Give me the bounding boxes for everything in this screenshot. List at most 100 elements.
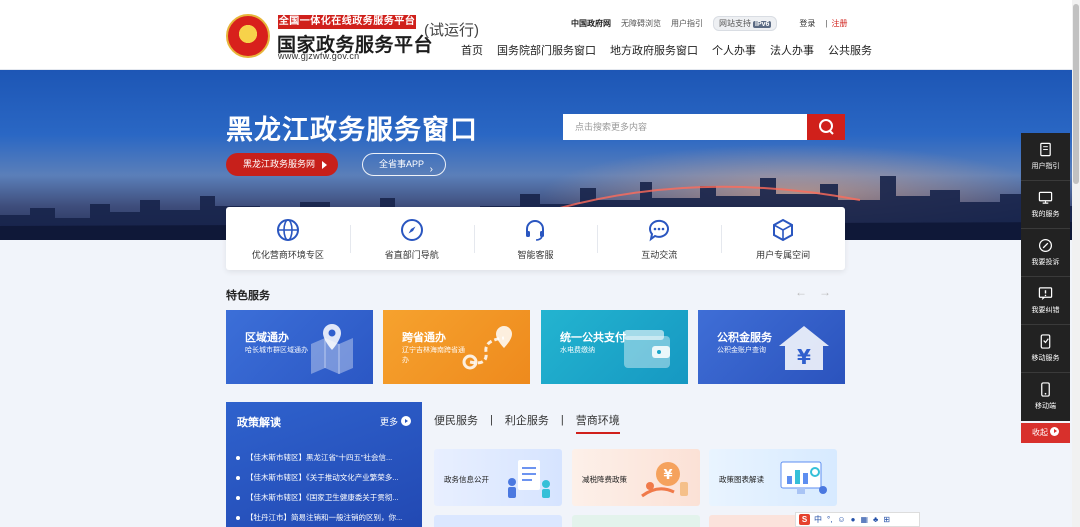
ime-mode[interactable]: 中 (814, 514, 822, 525)
quick-item-smart-service[interactable]: 智能客服 (473, 207, 598, 270)
ipv6-tag: IPv6 (753, 21, 772, 28)
tab-bar: 便民服务 | 利企服务 | 营商环境 (434, 412, 620, 434)
user-guide-link[interactable]: 用户指引 (671, 18, 703, 29)
policy-item[interactable]: 【佳木斯市辖区】《关于推动文化产业繁荣多... (236, 468, 416, 488)
nav-home[interactable]: 首页 (461, 42, 483, 58)
nav-state-council[interactable]: 国务院部门服务窗口 (497, 42, 596, 58)
quick-item-label: 互动交流 (641, 250, 678, 260)
card-policy-chart[interactable]: 政策图表解读 (709, 449, 837, 506)
collapse-sidebar-button[interactable]: 收起 (1021, 423, 1070, 443)
ime-toolbar[interactable]: S 中 °, ☺ ● ▦ ♣ ⊞ (795, 512, 920, 527)
card-label: 政务信息公开 (444, 475, 489, 484)
dashboard-chart-icon (780, 461, 827, 494)
svg-text:¥: ¥ (663, 468, 672, 483)
quick-item-label: 省直部门导航 (384, 250, 439, 260)
arrow-circle-icon (1050, 427, 1059, 436)
sidebar-item-complaint[interactable]: 我要投诉 (1021, 229, 1070, 277)
map-pin-icon (311, 324, 353, 374)
ime-skin-icon[interactable]: ♣ (873, 515, 878, 524)
sidebar-item-my-service[interactable]: 我的服务 (1021, 181, 1070, 229)
monitor-icon (1038, 191, 1053, 204)
policy-title: 政策解读 (237, 417, 281, 429)
login-separator: | (825, 19, 828, 28)
featured-section-title: 特色服务 (226, 290, 270, 302)
nav-local-gov[interactable]: 地方政府服务窗口 (610, 42, 698, 58)
tile-regional-service[interactable]: 区域通办 哈长城市群区域通办 (226, 310, 373, 384)
heilongjiang-portal-button[interactable]: 黑龙江政务服务网 (226, 153, 338, 176)
search-input[interactable]: 点击搜索更多内容 (563, 114, 807, 140)
policy-item[interactable]: 【佳木斯市辖区】《国家卫生健康委关于贯彻... (236, 488, 416, 508)
card-label: 政策图表解读 (719, 475, 764, 484)
policy-panel: 政策解读 更多 【佳木斯市辖区】黑龙江省“十四五”社会信... 【佳木斯市辖区】… (226, 402, 422, 527)
quick-item-dept-nav[interactable]: 省直部门导航 (349, 207, 474, 270)
ime-emoji-icon[interactable]: ☺ (837, 515, 845, 524)
tab-separator: | (490, 414, 493, 426)
tile-cross-province[interactable]: 跨省通办 辽宁吉林海南跨省通办 (383, 310, 530, 384)
tile-desc: 辽宁吉林海南跨省通办 (402, 347, 465, 364)
main-nav: 首页 国务院部门服务窗口 地方政府服务窗口 个人办事 法人办事 公共服务 (461, 42, 872, 58)
tile-housing-fund[interactable]: 公积金服务 公积金账户查询 ¥ (698, 310, 845, 384)
tile-title: 跨省通办 (402, 332, 446, 344)
ime-grid-icon[interactable]: ⊞ (883, 515, 890, 524)
card-row2-partial (434, 515, 562, 527)
tile-title: 公积金服务 (717, 332, 772, 344)
tab-separator: | (560, 414, 564, 426)
card-tax-reduction[interactable]: 减税降费政策 ¥ (572, 449, 700, 506)
scrollbar-thumb[interactable] (1073, 4, 1079, 184)
correction-icon (1038, 287, 1053, 301)
tab-enterprise-service[interactable]: 利企服务 (505, 412, 549, 428)
sidebar-item-label: 我的服务 (1031, 211, 1060, 218)
tile-desc: 公积金账户查询 (717, 347, 766, 354)
policy-item[interactable]: 【佳木斯市辖区】黑龙江省“十四五”社会信... (236, 448, 416, 468)
gov-net-link[interactable]: 中国政府网 (571, 18, 611, 29)
ime-keyboard-icon[interactable]: ▦ (860, 515, 868, 524)
quick-item-business-env[interactable]: 优化营商环境专区 (226, 207, 350, 270)
quick-item-label: 智能客服 (517, 250, 554, 260)
sidebar-item-label: 我要投诉 (1031, 259, 1060, 266)
sidebar-item-label: 我要纠错 (1031, 307, 1060, 314)
more-label: 更多 (380, 417, 399, 427)
sidebar-item-user-guide[interactable]: 用户指引 (1021, 133, 1070, 181)
card-gov-info[interactable]: 政务信息公开 (434, 449, 562, 506)
sidebar-item-mobile-app[interactable]: 移动端 (1021, 373, 1070, 421)
register-link[interactable]: 注册 (831, 18, 847, 29)
sidebar-item-correction[interactable]: 我要纠错 (1021, 277, 1070, 325)
nav-personal[interactable]: 个人办事 (712, 42, 756, 58)
national-emblem-logo[interactable] (226, 14, 270, 58)
next-arrow-icon[interactable]: → (819, 285, 843, 299)
nav-public-service[interactable]: 公共服务 (828, 42, 872, 58)
tile-unified-payment[interactable]: 统一公共支付 水电费缴纳 (541, 310, 688, 384)
floating-sidebar: 用户指引 我的服务 我要投诉 我要纠错 移动服务 移动端 (1021, 133, 1070, 421)
search-button[interactable] (807, 114, 845, 140)
prev-arrow-icon[interactable]: ← (795, 285, 819, 299)
page-scrollbar[interactable] (1072, 0, 1080, 527)
route-icon (462, 326, 512, 370)
app-button[interactable]: 全省事APP › (362, 153, 446, 176)
cube-icon (773, 218, 794, 242)
site-support-label: 网站支持 (719, 19, 751, 28)
ime-mic-icon[interactable]: ● (851, 515, 856, 524)
quick-item-user-space[interactable]: 用户专属空间 (721, 207, 845, 270)
chevron-right-icon: › (429, 164, 433, 175)
banner-title: 黑龙江政务服务窗口 (226, 115, 478, 146)
policy-more-link[interactable]: 更多 (380, 415, 412, 428)
card-row2-partial (572, 515, 700, 527)
phone-icon (1041, 382, 1050, 397)
brand-tagline: 全国一体化在线政务服务平台 (278, 15, 416, 29)
ime-logo-icon: S (799, 514, 810, 525)
sidebar-item-mobile-service[interactable]: 移动服务 (1021, 325, 1070, 373)
nav-legal-person[interactable]: 法人办事 (770, 42, 814, 58)
accessible-link[interactable]: 无障碍浏览 (621, 18, 661, 29)
tab-public-service[interactable]: 便民服务 (434, 412, 478, 428)
policy-item[interactable]: 【牡丹江市】简易注销和一般注销的区别，你... (236, 508, 416, 527)
quick-item-interaction[interactable]: 互动交流 (597, 207, 721, 270)
wallet-icon (624, 330, 670, 368)
document-people-icon (508, 460, 550, 498)
tab-business-env[interactable]: 营商环境 (575, 412, 620, 434)
quick-item-label: 优化营商环境专区 (251, 250, 324, 260)
ime-punct[interactable]: °, (827, 515, 832, 524)
tile-title: 区域通办 (245, 332, 289, 344)
login-link[interactable]: 登录 (799, 18, 815, 29)
svg-text:¥: ¥ (797, 345, 811, 369)
tax-coin-icon: ¥ (641, 462, 688, 498)
